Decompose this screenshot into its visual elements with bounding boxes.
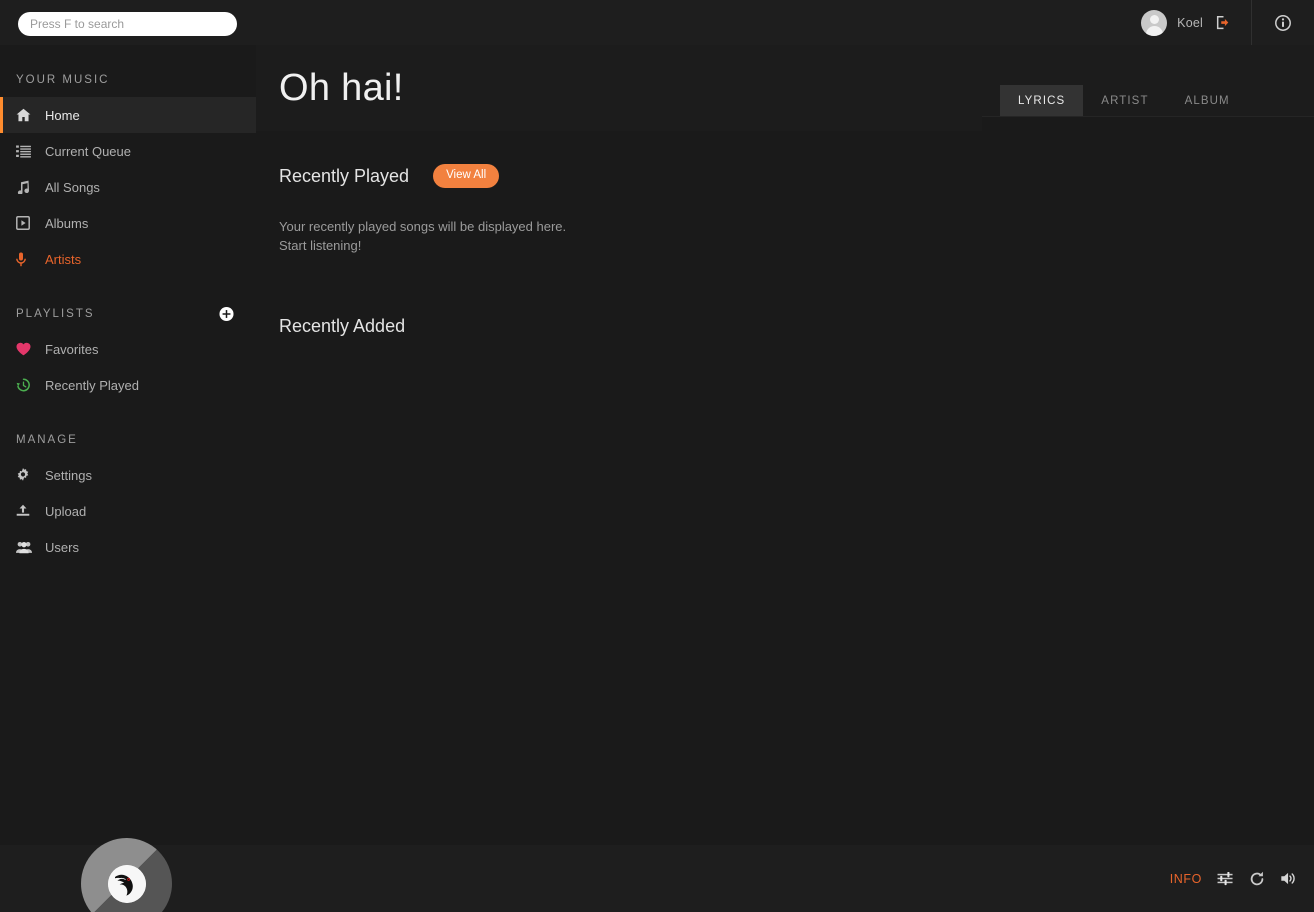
- upload-icon: [16, 503, 38, 519]
- page-title: Oh hai!: [279, 66, 404, 109]
- main-content: Oh hai! Recently Played View All Your re…: [256, 45, 982, 845]
- header-right-cluster: Koel: [1141, 0, 1314, 45]
- tab-album[interactable]: ALBUM: [1167, 85, 1248, 116]
- player-right-controls: INFO: [1170, 845, 1298, 912]
- music-note-icon: [16, 179, 38, 195]
- sidebar-heading-playlists: PLAYLISTS: [0, 297, 256, 331]
- koel-app: Koel: [0, 0, 1314, 912]
- volume-icon[interactable]: [1280, 870, 1298, 888]
- sidebar-item-label: Recently Played: [45, 377, 139, 393]
- sidebar-item-settings[interactable]: Settings: [0, 457, 256, 493]
- sidebar-item-label: Favorites: [45, 341, 99, 357]
- empty-line-1: Your recently played songs will be displ…: [279, 219, 567, 234]
- queue-list-icon: [16, 143, 38, 159]
- user-name-label: Koel: [1177, 15, 1203, 30]
- sidebar-item-recently-played[interactable]: Recently Played: [0, 367, 256, 403]
- view-all-button[interactable]: View All: [433, 164, 500, 188]
- sidebar-item-label: Upload: [45, 503, 87, 519]
- sidebar-heading-manage: MANAGE: [16, 434, 78, 446]
- vinyl-disc: [81, 838, 172, 912]
- sidebar-heading-your-music: YOUR MUSIC: [16, 74, 110, 86]
- home-icon: [16, 107, 38, 123]
- info-icon[interactable]: [1273, 13, 1293, 33]
- sidebar-item-albums[interactable]: Albums: [0, 205, 256, 241]
- sidebar-item-home[interactable]: Home: [0, 97, 256, 133]
- recently-added-header: Recently Added: [279, 309, 959, 343]
- tab-artist[interactable]: ARTIST: [1083, 85, 1166, 116]
- sidebar-item-label: Artists: [45, 251, 82, 267]
- sidebar-section-your-music: YOUR MUSIC Home Current Queue All Songs …: [0, 63, 256, 277]
- main-body: Recently Played View All Your recently p…: [256, 131, 982, 845]
- sidebar-item-label: All Songs: [45, 179, 100, 195]
- koel-bird-logo: [107, 864, 146, 903]
- sidebar: YOUR MUSIC Home Current Queue All Songs …: [0, 45, 256, 845]
- info-button-wrap[interactable]: [1252, 0, 1314, 45]
- empty-line-2: Start listening!: [279, 238, 362, 253]
- side-panel-tabs: LYRICS ARTIST ALBUM: [982, 45, 1314, 117]
- equalizer-icon[interactable]: [1216, 870, 1234, 888]
- tab-lyrics[interactable]: LYRICS: [1000, 85, 1084, 116]
- player-bar: INFO: [0, 838, 1314, 912]
- sidebar-item-favorites[interactable]: Favorites: [0, 331, 256, 367]
- top-header: Koel: [0, 0, 1314, 45]
- gear-icon: [16, 467, 38, 483]
- users-icon: [16, 539, 38, 555]
- logout-icon[interactable]: [1213, 13, 1233, 33]
- recently-played-title: Recently Played: [279, 165, 410, 186]
- sidebar-section-manage: MANAGE Settings Upload Users: [0, 423, 256, 565]
- info-toggle-label[interactable]: INFO: [1170, 872, 1202, 886]
- sidebar-item-label: Settings: [45, 467, 92, 483]
- recently-added-title: Recently Added: [279, 315, 406, 336]
- search-container: [18, 12, 237, 36]
- sidebar-heading-label: PLAYLISTS: [16, 308, 95, 320]
- repeat-icon[interactable]: [1248, 870, 1266, 888]
- side-panel-content: [982, 117, 1314, 844]
- sidebar-item-label: Home: [45, 107, 80, 123]
- search-input[interactable]: [18, 12, 237, 36]
- sidebar-item-users[interactable]: Users: [0, 529, 256, 565]
- add-playlist-icon[interactable]: [219, 306, 234, 322]
- sidebar-item-upload[interactable]: Upload: [0, 493, 256, 529]
- sidebar-section-playlists: PLAYLISTS Favorites Recently Played: [0, 297, 256, 403]
- sidebar-item-label: Users: [45, 539, 79, 555]
- recently-played-empty-state: Your recently played songs will be displ…: [279, 217, 699, 255]
- history-icon: [16, 377, 38, 393]
- main-hero: Oh hai!: [256, 45, 982, 131]
- sidebar-item-artists[interactable]: Artists: [0, 241, 256, 277]
- album-play-icon: [16, 215, 38, 231]
- profile-block[interactable]: Koel: [1141, 9, 1251, 36]
- heart-icon: [16, 341, 38, 357]
- avatar[interactable]: [1141, 9, 1168, 36]
- microphone-icon: [16, 251, 38, 267]
- sidebar-item-label: Current Queue: [45, 143, 131, 159]
- sidebar-item-current-queue[interactable]: Current Queue: [0, 133, 256, 169]
- right-side-panel: LYRICS ARTIST ALBUM: [982, 45, 1314, 845]
- sidebar-item-all-songs[interactable]: All Songs: [0, 169, 256, 205]
- recently-played-header: Recently Played View All: [279, 159, 959, 193]
- sidebar-item-label: Albums: [45, 215, 89, 231]
- album-art-disc[interactable]: [81, 838, 172, 912]
